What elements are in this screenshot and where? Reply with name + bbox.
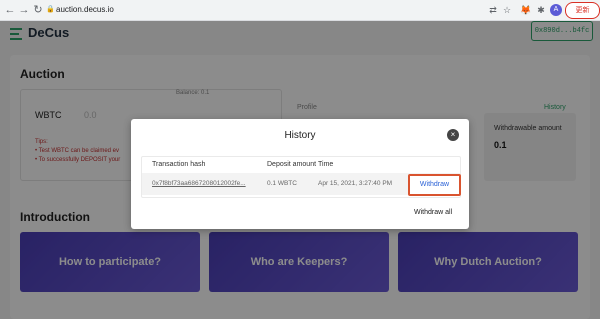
lock-icon: 🔒 [46,6,55,13]
metamask-icon[interactable]: 🦊 [520,4,532,16]
extensions-icon[interactable]: ✱ [535,4,547,16]
address-bar[interactable]: auction.decus.io [56,3,114,17]
withdraw-all-button[interactable]: Withdraw all [414,209,452,216]
translate-icon[interactable]: ⇄ [487,4,499,16]
back-icon[interactable]: ← [4,3,16,17]
history-table: Transaction hash Deposit amount Time 0x7… [141,156,461,198]
column-header: Deposit amount [267,161,317,168]
column-header: Transaction hash [152,161,206,168]
close-icon[interactable]: × [447,129,459,141]
browser-toolbar: ← → ↻ 🔒 auction.decus.io ⇄ ☆ 🦊 ✱ A 更新 [0,0,600,21]
modal-title: History [284,130,316,141]
table-row: 0x7f8bf73aa6867208012002fe... 0.1 WBTC A… [142,173,461,196]
deposit-time: Apr 15, 2021, 3:27:40 PM [318,180,393,187]
withdraw-button[interactable]: Withdraw [408,174,461,196]
reload-icon[interactable]: ↻ [32,3,44,17]
deposit-amount: 0.1 WBTC [267,180,297,187]
star-icon[interactable]: ☆ [501,4,513,16]
column-header: Time [318,161,334,168]
transaction-hash-link[interactable]: 0x7f8bf73aa6867208012002fe... [152,180,246,187]
forward-icon[interactable]: → [18,3,30,17]
history-modal: History × Transaction hash Deposit amoun… [131,119,469,229]
update-button[interactable]: 更新 [565,2,600,19]
avatar[interactable]: A [550,4,562,16]
